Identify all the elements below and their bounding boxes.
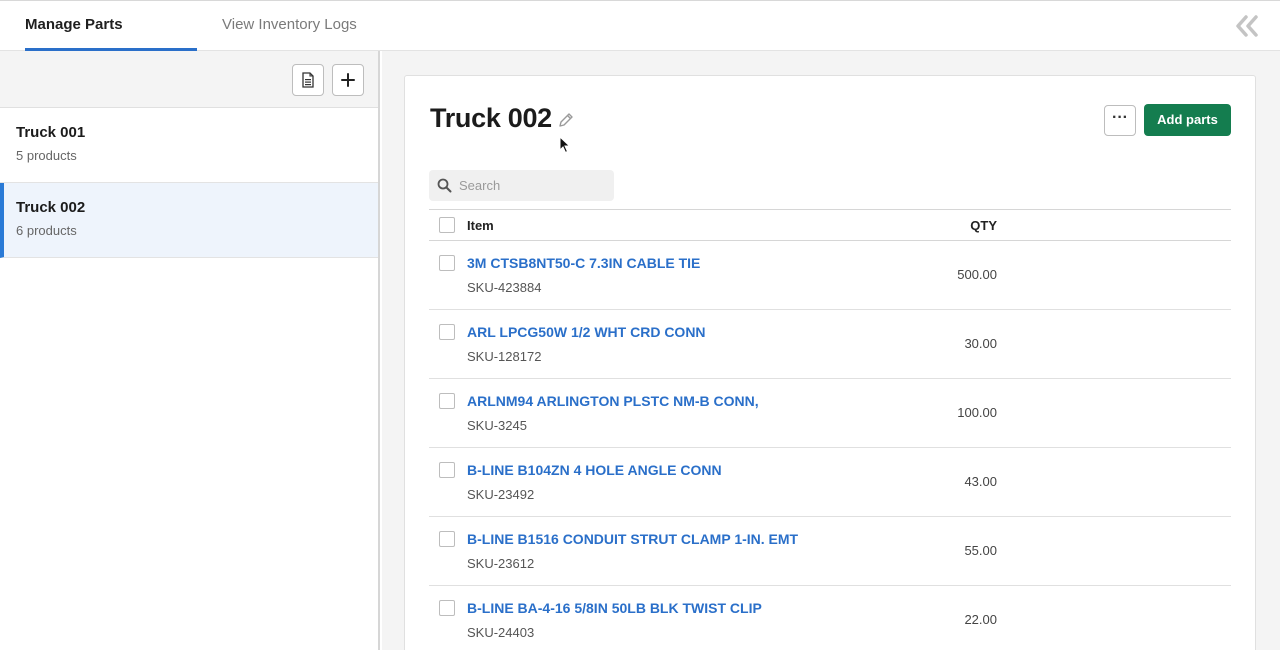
table-row: B-LINE B1516 CONDUIT STRUT CLAMP 1-IN. E…: [429, 517, 1231, 586]
locations-toolbar: [0, 51, 378, 108]
row-checkbox[interactable]: [439, 393, 455, 409]
part-name-link[interactable]: B-LINE B1516 CONDUIT STRUT CLAMP 1-IN. E…: [467, 531, 798, 547]
part-qty: 500.00: [957, 267, 997, 282]
location-name: Truck 002: [16, 199, 86, 216]
row-checkbox[interactable]: [439, 600, 455, 616]
parts-table: Item QTY 3M CTSB8NT50-C 7.3IN CABLE TIE …: [429, 209, 1231, 650]
part-name-link[interactable]: B-LINE BA-4-16 5/8IN 50LB BLK TWIST CLIP: [467, 600, 762, 616]
part-sku: SKU-23492: [467, 487, 535, 502]
row-checkbox[interactable]: [439, 531, 455, 547]
part-sku: SKU-3245: [467, 418, 527, 433]
location-product-count: 5 products: [16, 148, 77, 163]
part-name-link[interactable]: 3M CTSB8NT50-C 7.3IN CABLE TIE: [467, 255, 700, 271]
part-qty: 100.00: [957, 405, 997, 420]
part-sku: SKU-128172: [467, 349, 542, 364]
document-icon: [302, 72, 314, 88]
part-qty: 55.00: [964, 543, 997, 558]
location-detail-card: Truck 002 ··· Add parts Item QTY 3M CTSB…: [404, 75, 1256, 650]
part-qty: 43.00: [964, 474, 997, 489]
pencil-icon[interactable]: [557, 111, 575, 129]
table-row: 3M CTSB8NT50-C 7.3IN CABLE TIE SKU-42388…: [429, 241, 1231, 310]
report-button[interactable]: [292, 64, 324, 96]
location-item-truck-002[interactable]: Truck 002 6 products: [0, 183, 378, 258]
more-options-button[interactable]: ···: [1104, 105, 1136, 136]
search-icon: [437, 178, 452, 193]
table-row: ARLNM94 ARLINGTON PLSTC NM-B CONN, SKU-3…: [429, 379, 1231, 448]
mouse-cursor-icon: [559, 136, 571, 154]
locations-panel: Truck 001 5 products Truck 002 6 product…: [0, 51, 380, 650]
row-checkbox[interactable]: [439, 324, 455, 340]
add-location-button[interactable]: [332, 64, 364, 96]
add-parts-button[interactable]: Add parts: [1144, 104, 1231, 136]
location-item-truck-001[interactable]: Truck 001 5 products: [0, 108, 378, 183]
select-all-checkbox[interactable]: [439, 217, 455, 233]
part-qty: 22.00: [964, 612, 997, 627]
location-detail-area: Truck 002 ··· Add parts Item QTY 3M CTSB…: [382, 51, 1280, 650]
table-row: B-LINE B104ZN 4 HOLE ANGLE CONN SKU-2349…: [429, 448, 1231, 517]
location-name: Truck 001: [16, 124, 86, 141]
column-header-qty: QTY: [970, 218, 997, 233]
part-sku: SKU-23612: [467, 556, 535, 571]
double-chevron-left-icon[interactable]: [1234, 14, 1260, 38]
part-qty: 30.00: [964, 336, 997, 351]
page-title: Truck 002: [430, 103, 552, 133]
part-sku: SKU-24403: [467, 625, 535, 640]
location-product-count: 6 products: [16, 223, 77, 238]
part-sku: SKU-423884: [467, 280, 542, 295]
row-checkbox[interactable]: [439, 255, 455, 271]
table-row: B-LINE BA-4-16 5/8IN 50LB BLK TWIST CLIP…: [429, 586, 1231, 650]
search-box: [429, 170, 614, 201]
search-input[interactable]: [459, 170, 609, 201]
table-row: ARL LPCG50W 1/2 WHT CRD CONN SKU-128172 …: [429, 310, 1231, 379]
part-name-link[interactable]: ARL LPCG50W 1/2 WHT CRD CONN: [467, 324, 706, 340]
row-checkbox[interactable]: [439, 462, 455, 478]
table-header: Item QTY: [429, 209, 1231, 241]
part-name-link[interactable]: ARLNM94 ARLINGTON PLSTC NM-B CONN,: [467, 393, 759, 409]
tab-manage-parts-locations[interactable]: Manage Parts Locations: [25, 1, 197, 81]
plus-icon: [341, 73, 355, 87]
top-tab-bar: Manage Parts Locations View Inventory Lo…: [0, 0, 1280, 81]
column-header-item: Item: [467, 218, 494, 233]
part-name-link[interactable]: B-LINE B104ZN 4 HOLE ANGLE CONN: [467, 462, 722, 478]
tab-view-inventory-logs[interactable]: View Inventory Logs: [222, 1, 357, 51]
